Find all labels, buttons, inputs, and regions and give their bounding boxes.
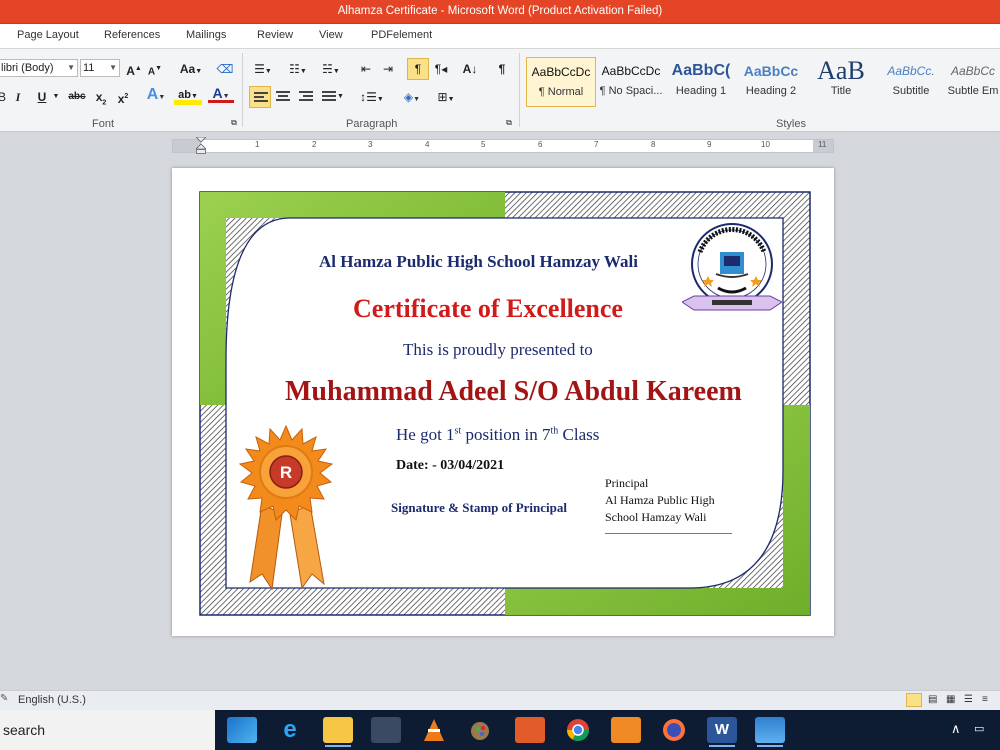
vlc-icon[interactable] [419, 717, 449, 743]
certificate-date: Date: - 03/04/2021 [396, 458, 505, 473]
print-layout-view-icon[interactable] [906, 693, 922, 707]
paint-icon[interactable] [467, 717, 497, 743]
principal-line: Principal [605, 476, 649, 490]
school-name: Al Hamza Public High School Hamzay Wali [319, 252, 638, 271]
photos-icon[interactable] [755, 717, 785, 747]
web-layout-view-icon[interactable]: ▦ [946, 694, 955, 705]
school-logo-icon [682, 223, 782, 311]
xampp-icon[interactable] [611, 717, 641, 743]
presented-to: This is proudly presented to [403, 340, 593, 359]
certificate-title: Certificate of Excellence [353, 294, 623, 323]
status-bar: ✎ English (U.S.) ▤ ▦ ☰ ≡ [0, 690, 1000, 710]
recipient-name: Muhammad Adeel S/O Abdul Kareem [285, 376, 742, 407]
search-input[interactable]: search [3, 722, 45, 738]
full-screen-view-icon[interactable]: ▤ [928, 694, 937, 705]
signature-line [605, 533, 732, 534]
chevron-up-icon[interactable]: ∧ [951, 721, 961, 737]
proofing-icon[interactable]: ✎ [0, 693, 8, 704]
outline-view-icon[interactable]: ☰ [964, 694, 973, 705]
chrome-icon[interactable] [563, 717, 593, 743]
battery-icon[interactable]: ▭ [974, 722, 984, 735]
word-icon[interactable]: W [707, 717, 737, 747]
certificate-frame [199, 191, 811, 616]
position-part: He got 1 [396, 425, 455, 444]
taskbar-search[interactable]: search [0, 710, 215, 750]
position-part: Class [558, 425, 600, 444]
draft-view-icon[interactable]: ≡ [982, 694, 988, 705]
taskbar: search e W ∧ ▭ [0, 710, 1000, 750]
position-part: position in 7 [461, 425, 551, 444]
award-ribbon-icon: R [238, 424, 334, 590]
position-text: He got 1st position in 7th Class [396, 425, 599, 445]
store-icon[interactable] [371, 717, 401, 743]
principal-line: School Hamzay Wali [605, 510, 707, 524]
signature-label: Signature & Stamp of Principal [391, 500, 567, 515]
presentation-app-icon[interactable] [515, 717, 545, 743]
file-explorer-icon[interactable] [323, 717, 353, 747]
language-status[interactable]: English (U.S.) [18, 694, 86, 706]
edge-browser-icon[interactable]: e [275, 717, 305, 743]
cortana-icon[interactable] [227, 717, 257, 743]
svg-text:R: R [280, 463, 292, 482]
principal-line: Al Hamza Public High [605, 493, 715, 507]
principal-block: Principal Al Hamza Public High School Ha… [605, 475, 735, 526]
firefox-icon[interactable] [659, 717, 689, 743]
